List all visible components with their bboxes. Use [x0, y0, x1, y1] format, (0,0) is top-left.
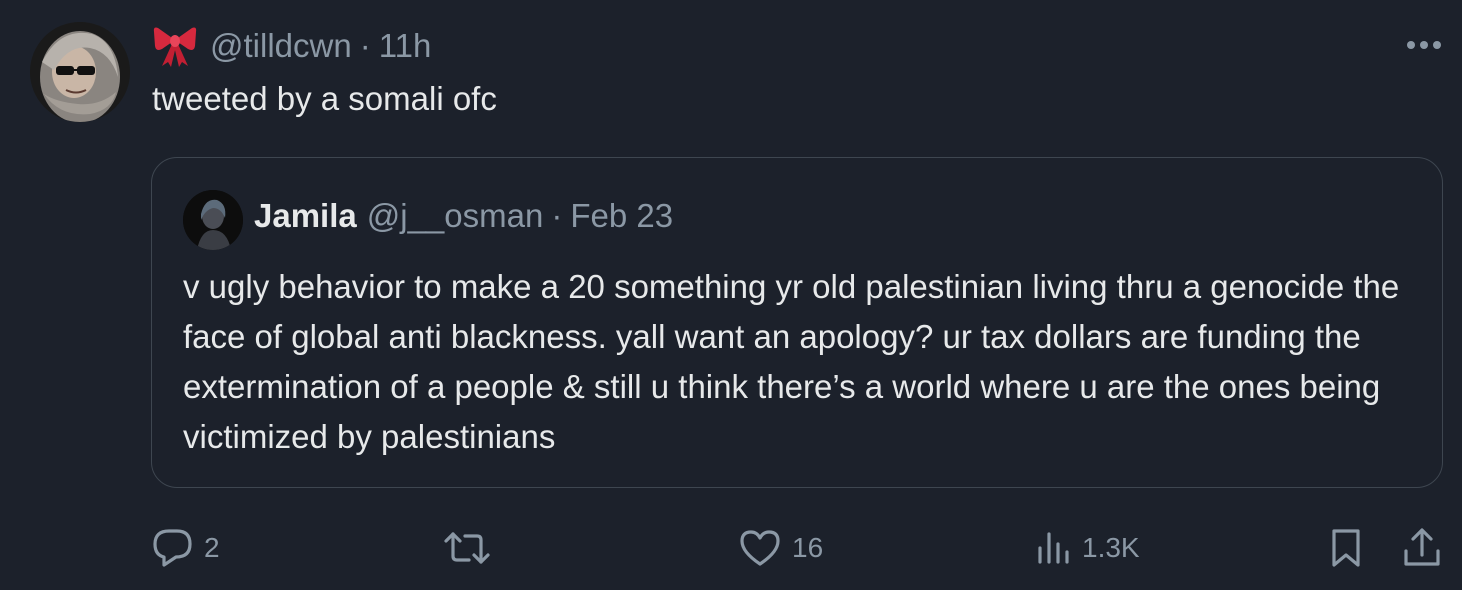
bookmark-icon	[1332, 529, 1360, 567]
views-chart-icon	[1038, 532, 1069, 564]
quoted-tweet-text: v ugly behavior to make a 20 something y…	[183, 268, 1400, 455]
views-button[interactable]: 1.3K	[1036, 520, 1140, 576]
more-options-button[interactable]	[1404, 30, 1444, 60]
quoted-author-avatar[interactable]	[183, 190, 243, 250]
quoted-author-handle[interactable]: @j__osman	[367, 197, 544, 235]
ribbon-bow-icon	[152, 24, 198, 68]
like-count: 16	[792, 532, 824, 563]
share-button[interactable]	[1402, 520, 1442, 576]
retweet-button[interactable]	[443, 520, 501, 576]
tweet-text: tweeted by a somali ofc	[152, 80, 497, 117]
quoted-tweet-card[interactable]: Jamila @j__osman · Feb 23 v ugly behavio…	[151, 157, 1443, 488]
reply-button[interactable]: 2	[152, 520, 220, 576]
reply-icon	[153, 529, 192, 567]
quoted-tweet-date[interactable]: Feb 23	[570, 197, 673, 235]
quoted-tweet-header: Jamila @j__osman · Feb 23	[254, 194, 673, 238]
like-button[interactable]: 16	[738, 520, 823, 576]
reply-count: 2	[204, 532, 220, 563]
more-dots-icon	[1407, 41, 1441, 49]
heart-icon	[740, 530, 780, 566]
tweet-actions-bar: 2 16 1.3K	[0, 520, 1462, 576]
author-handle[interactable]: @tilldcwn	[210, 27, 352, 65]
tweet-time[interactable]: 11h	[379, 27, 432, 65]
quoted-author-name[interactable]: Jamila	[254, 197, 357, 235]
header-separator: ·	[359, 27, 371, 64]
tweet[interactable]: @tilldcwn · 11h tweeted by a somali ofc …	[0, 0, 1462, 590]
retweet-icon	[444, 532, 490, 564]
quoted-header-separator: ·	[551, 197, 563, 234]
author-avatar[interactable]	[30, 22, 130, 122]
tweet-header: @tilldcwn · 11h	[152, 24, 431, 68]
views-count: 1.3K	[1082, 532, 1140, 563]
share-icon	[1404, 528, 1440, 566]
bookmark-button[interactable]	[1328, 520, 1364, 576]
